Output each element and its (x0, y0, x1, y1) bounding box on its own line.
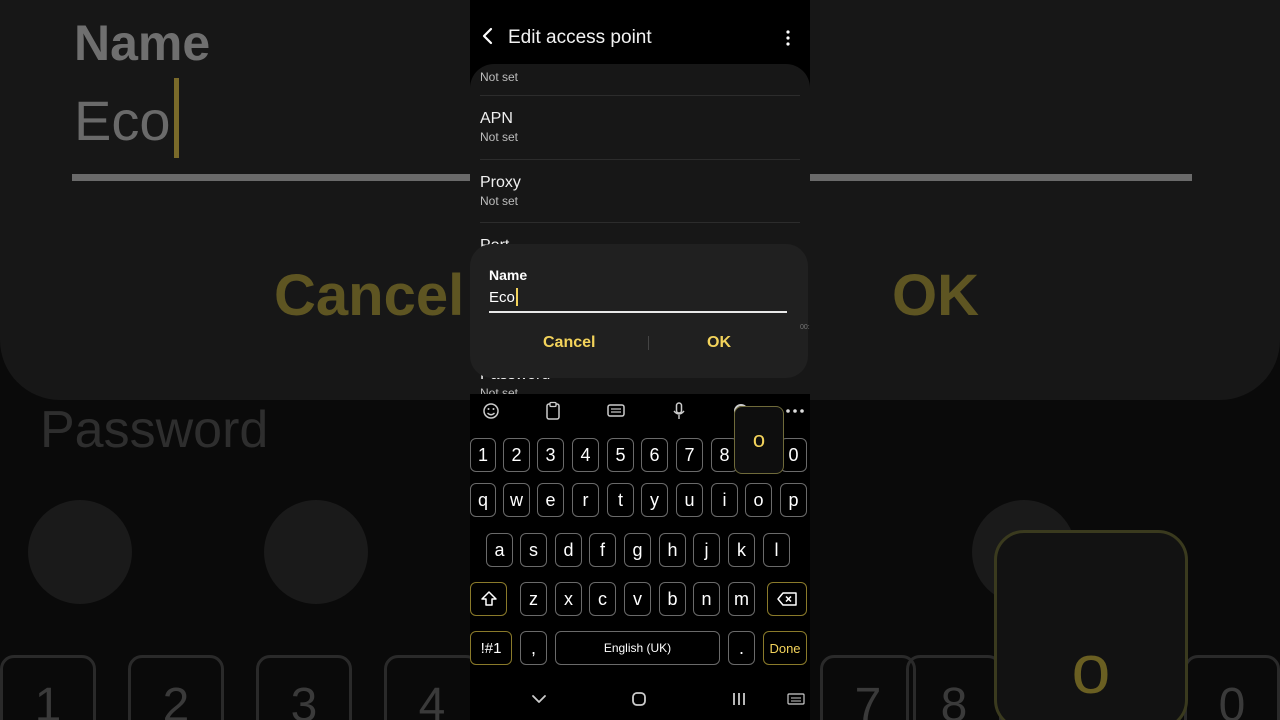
app-bar: Edit access point (470, 0, 810, 72)
divider (480, 95, 800, 96)
background-name-label: Name (74, 15, 211, 71)
background-key: 0 (1184, 655, 1280, 720)
key-1[interactable]: 1 (470, 438, 496, 472)
keyboard-switch-icon[interactable] (786, 690, 806, 708)
key-preview-popup: o (734, 406, 784, 474)
name-input-value: Eco (489, 288, 515, 306)
hide-keyboard-icon[interactable] (529, 690, 549, 708)
key-l[interactable]: l (763, 533, 790, 567)
shift-key[interactable] (470, 582, 507, 616)
key-k[interactable]: k (728, 533, 755, 567)
list-item-title: APN (480, 110, 513, 127)
back-arrow-icon[interactable] (480, 24, 496, 48)
background-key: 3 (256, 655, 352, 720)
key-a[interactable]: a (486, 533, 513, 567)
clipboard-icon[interactable] (541, 400, 565, 422)
dialog-title: Name (489, 267, 528, 283)
background-key: 2 (128, 655, 224, 720)
comma-key[interactable]: , (520, 631, 547, 665)
background-key: 4 (384, 655, 480, 720)
key-x[interactable]: x (555, 582, 582, 616)
divider (480, 159, 800, 160)
key-y[interactable]: y (641, 483, 668, 517)
background-password: Password (40, 401, 269, 459)
list-item-subtitle: Not set (480, 70, 519, 84)
more-keyboard-icon[interactable] (783, 400, 807, 422)
shift-icon (480, 591, 497, 606)
list-item-proxy[interactable]: Proxy Not set (480, 174, 800, 208)
background-cancel: Cancel (274, 263, 465, 328)
list-item-subtitle: Not set (480, 130, 519, 144)
key-3[interactable]: 3 (537, 438, 564, 472)
key-v[interactable]: v (624, 582, 651, 616)
key-n[interactable]: n (693, 582, 720, 616)
key-f[interactable]: f (589, 533, 616, 567)
done-key[interactable]: Done (763, 631, 807, 665)
key-j[interactable]: j (693, 533, 720, 567)
symbols-key[interactable]: !#1 (470, 631, 512, 665)
backspace-icon (777, 592, 797, 606)
page-title: Edit access point (508, 27, 652, 48)
background-emoji-icon (28, 500, 132, 604)
home-icon[interactable] (629, 690, 649, 708)
key-5[interactable]: 5 (607, 438, 634, 472)
key-s[interactable]: s (520, 533, 547, 567)
period-key[interactable]: . (728, 631, 755, 665)
key-m[interactable]: m (728, 582, 755, 616)
list-item-title: Proxy (480, 174, 521, 191)
background-key-popup: o (994, 530, 1188, 720)
key-w[interactable]: w (503, 483, 530, 517)
key-h[interactable]: h (659, 533, 686, 567)
space-key[interactable]: English (UK) (555, 631, 720, 665)
background-ok: OK (892, 263, 979, 328)
key-g[interactable]: g (624, 533, 651, 567)
key-z[interactable]: z (520, 582, 547, 616)
background-value: Eco (74, 89, 171, 152)
key-q[interactable]: q (470, 483, 496, 517)
cancel-button[interactable]: Cancel (543, 334, 595, 352)
list-item[interactable]: Not set (480, 68, 800, 84)
phone-screen: Edit access point Not set APN Not set Pr… (470, 0, 810, 720)
key-o[interactable]: o (745, 483, 772, 517)
more-options-icon[interactable] (780, 28, 796, 48)
key-p[interactable]: p (780, 483, 807, 517)
recent-apps-icon[interactable] (729, 690, 749, 708)
key-r[interactable]: r (572, 483, 599, 517)
key-e[interactable]: e (537, 483, 564, 517)
timestamp-fragment: 00: (800, 324, 810, 331)
key-6[interactable]: 6 (641, 438, 668, 472)
ok-button[interactable]: OK (707, 334, 731, 352)
navigation-bar (470, 676, 810, 720)
key-t[interactable]: t (607, 483, 634, 517)
background-key: 8 (906, 655, 1002, 720)
key-b[interactable]: b (659, 582, 686, 616)
microphone-icon[interactable] (667, 400, 691, 422)
list-item-apn[interactable]: APN Not set (480, 110, 800, 144)
background-caret (174, 78, 179, 158)
key-c[interactable]: c (589, 582, 616, 616)
keyboard-mode-icon[interactable] (604, 400, 628, 422)
key-i[interactable]: i (711, 483, 738, 517)
emoji-icon[interactable] (479, 400, 503, 422)
key-7[interactable]: 7 (676, 438, 703, 472)
keyboard: 1 2 3 4 5 6 7 8 9 0 q w e r t y u i o p … (470, 394, 810, 670)
key-d[interactable]: d (555, 533, 582, 567)
key-0[interactable]: 0 (780, 438, 807, 472)
backspace-key[interactable] (767, 582, 807, 616)
key-4[interactable]: 4 (572, 438, 599, 472)
background-clipboard-icon (264, 500, 368, 604)
name-edit-dialog: Name Eco Cancel OK (470, 244, 808, 378)
key-2[interactable]: 2 (503, 438, 530, 472)
text-caret (515, 288, 518, 306)
list-item-subtitle: Not set (480, 194, 519, 208)
background-key: 7 (820, 655, 916, 720)
input-underline (489, 311, 787, 313)
background-key: 1 (0, 655, 96, 720)
key-u[interactable]: u (676, 483, 703, 517)
divider (480, 222, 800, 223)
button-separator (648, 336, 649, 350)
name-input[interactable]: Eco (489, 288, 518, 306)
